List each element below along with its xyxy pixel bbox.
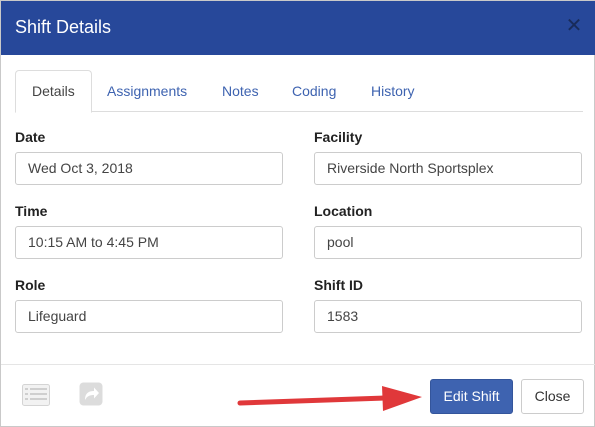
tab-bar: Details Assignments Notes Coding History	[15, 70, 583, 113]
modal-title: Shift Details	[15, 17, 112, 37]
annotation-arrow	[236, 381, 426, 415]
shift-details-modal: Shift Details ✕ Details Assignments Note…	[0, 0, 595, 427]
close-icon[interactable]: ✕	[564, 15, 584, 37]
tab-coding[interactable]: Coding	[276, 70, 352, 112]
time-label: Time	[15, 203, 48, 219]
list-icon[interactable]	[22, 384, 50, 406]
facility-label: Facility	[314, 129, 363, 145]
footer-divider	[1, 364, 595, 365]
role-field[interactable]: Lifeguard	[15, 300, 283, 333]
location-field[interactable]: pool	[314, 226, 582, 259]
close-button[interactable]: Close	[521, 379, 584, 414]
tab-details[interactable]: Details	[15, 70, 92, 113]
tab-assignments[interactable]: Assignments	[91, 70, 203, 112]
share-icon[interactable]	[79, 382, 103, 406]
location-label: Location	[314, 203, 373, 219]
shift-id-field[interactable]: 1583	[314, 300, 582, 333]
role-label: Role	[15, 277, 46, 293]
modal-header: Shift Details ✕	[1, 1, 595, 55]
edit-shift-button[interactable]: Edit Shift	[430, 379, 513, 414]
shift-id-label: Shift ID	[314, 277, 363, 293]
date-label: Date	[15, 129, 46, 145]
tab-history[interactable]: History	[355, 70, 431, 112]
tab-notes[interactable]: Notes	[206, 70, 275, 112]
time-field[interactable]: 10:15 AM to 4:45 PM	[15, 226, 283, 259]
date-field[interactable]: Wed Oct 3, 2018	[15, 152, 283, 185]
facility-field[interactable]: Riverside North Sportsplex	[314, 152, 582, 185]
